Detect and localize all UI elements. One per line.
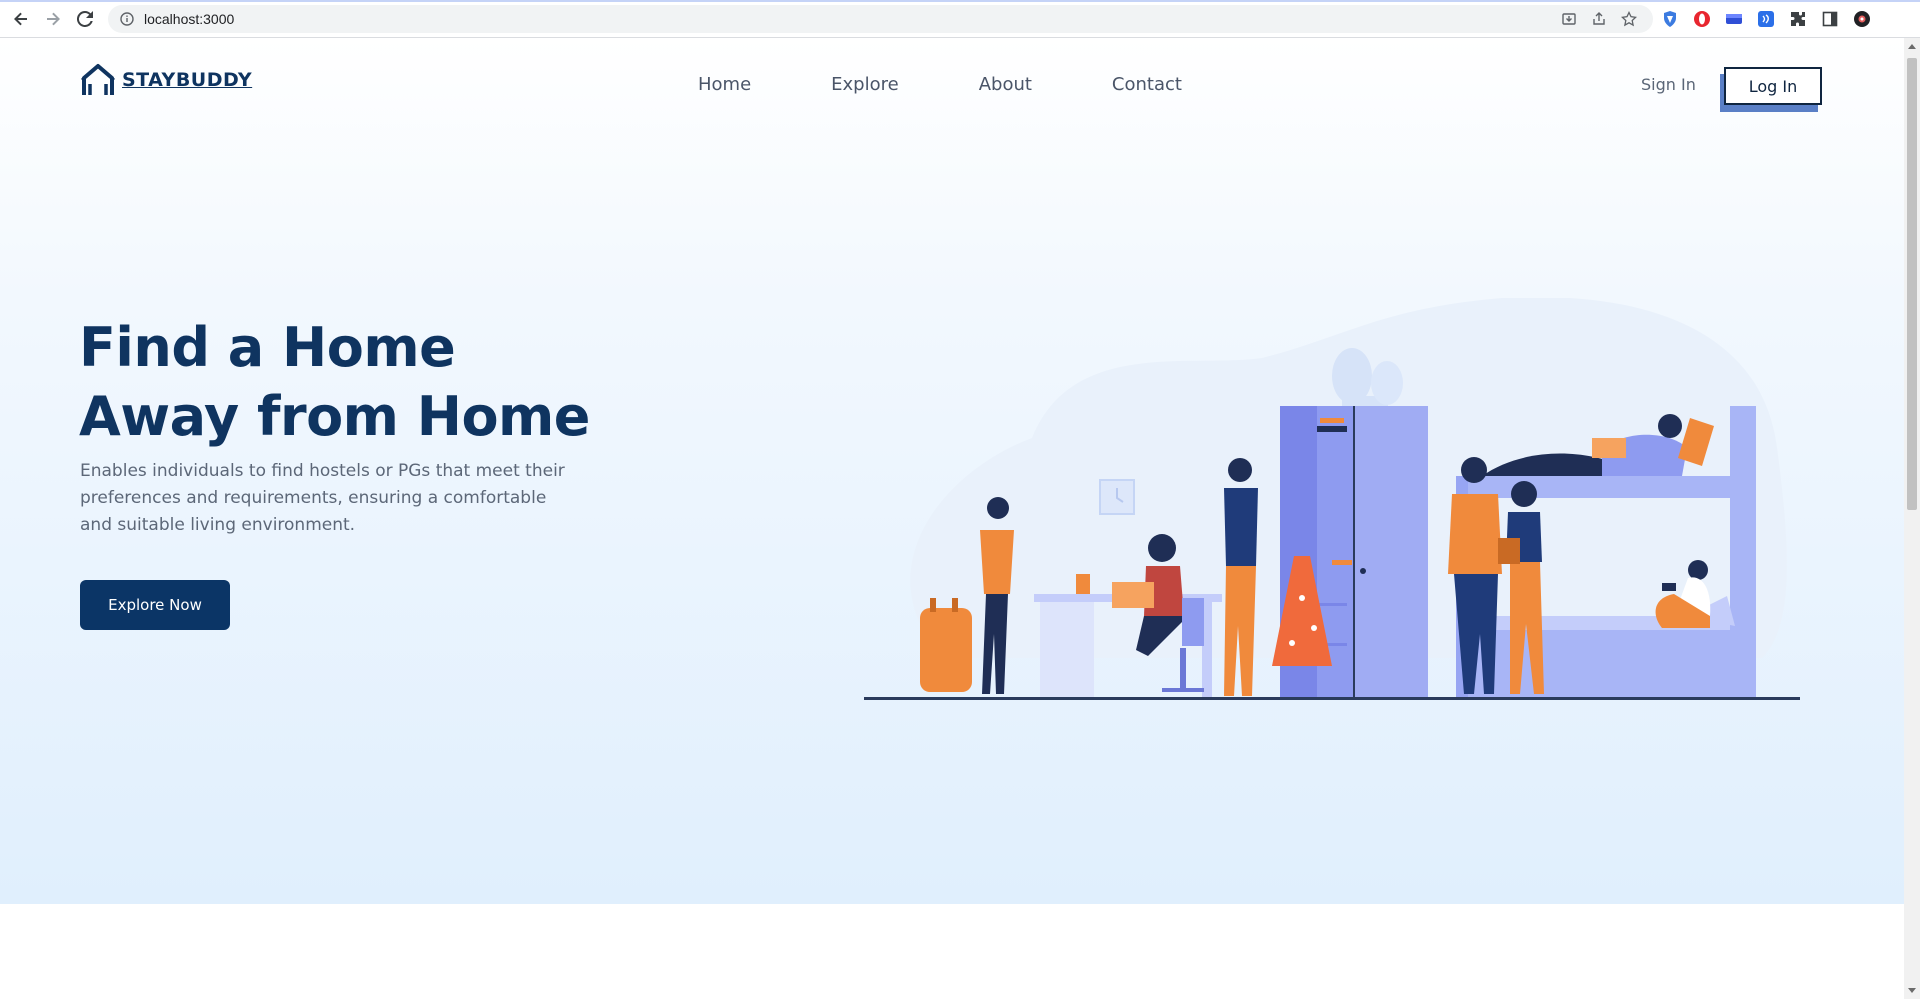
info-icon: [120, 12, 134, 26]
brand-name[interactable]: STAYBUDDY: [122, 69, 252, 91]
floor-line: [864, 697, 1800, 700]
reload-button[interactable]: [70, 4, 100, 34]
shield-extension-icon[interactable]: [1660, 9, 1680, 29]
reload-icon: [77, 11, 93, 27]
forward-button[interactable]: [38, 4, 68, 34]
sidepanel-icon[interactable]: [1820, 9, 1840, 29]
page-scrollbar[interactable]: [1904, 38, 1920, 999]
navbar: STAYBUDDY Home Explore About Contact Sig…: [0, 38, 1904, 134]
browser-toolbar: localhost:3000: [0, 0, 1920, 38]
log-in-wrapper: Log In: [1720, 67, 1822, 112]
puzzle-icon[interactable]: [1788, 9, 1808, 29]
url-text: localhost:3000: [144, 11, 235, 27]
page: STAYBUDDY Home Explore About Contact Sig…: [0, 38, 1904, 999]
scroll-up-icon[interactable]: [1908, 44, 1916, 49]
back-button[interactable]: [6, 4, 36, 34]
hero-title-line1: Find a Home: [79, 316, 456, 379]
house-logo-icon: [81, 64, 115, 95]
profile-icon[interactable]: [1852, 9, 1872, 29]
extension-icon[interactable]: [1724, 9, 1744, 29]
star-icon[interactable]: [1621, 11, 1637, 27]
back-icon: [14, 12, 27, 26]
forward-icon: [47, 12, 60, 26]
sign-in-link[interactable]: Sign In: [1641, 75, 1696, 94]
hero-title-line2: Away from Home: [79, 385, 590, 448]
explore-now-button[interactable]: Explore Now: [80, 580, 230, 630]
hero-description: Enables individuals to find hostels or P…: [80, 461, 565, 535]
extension-icon[interactable]: [1756, 9, 1776, 29]
nav-about[interactable]: About: [979, 74, 1032, 95]
log-in-button[interactable]: Log In: [1724, 67, 1822, 105]
nav-contact[interactable]: Contact: [1112, 74, 1182, 95]
nav-explore[interactable]: Explore: [831, 74, 899, 95]
opera-extension-icon[interactable]: [1692, 9, 1712, 29]
scroll-thumb[interactable]: [1907, 58, 1917, 510]
hero-title: Find a Home Away from Home: [79, 313, 639, 451]
address-bar[interactable]: localhost:3000: [108, 5, 1653, 33]
install-icon[interactable]: [1561, 11, 1577, 27]
wall-clock-icon: [1099, 479, 1135, 515]
scroll-down-icon[interactable]: [1908, 988, 1916, 993]
nav-home[interactable]: Home: [698, 74, 751, 95]
nav-links: Home Explore About Contact: [698, 74, 1182, 95]
share-icon[interactable]: [1591, 11, 1607, 27]
brand-logo[interactable]: STAYBUDDY: [80, 62, 252, 98]
hostel-illustration: [864, 298, 1800, 700]
